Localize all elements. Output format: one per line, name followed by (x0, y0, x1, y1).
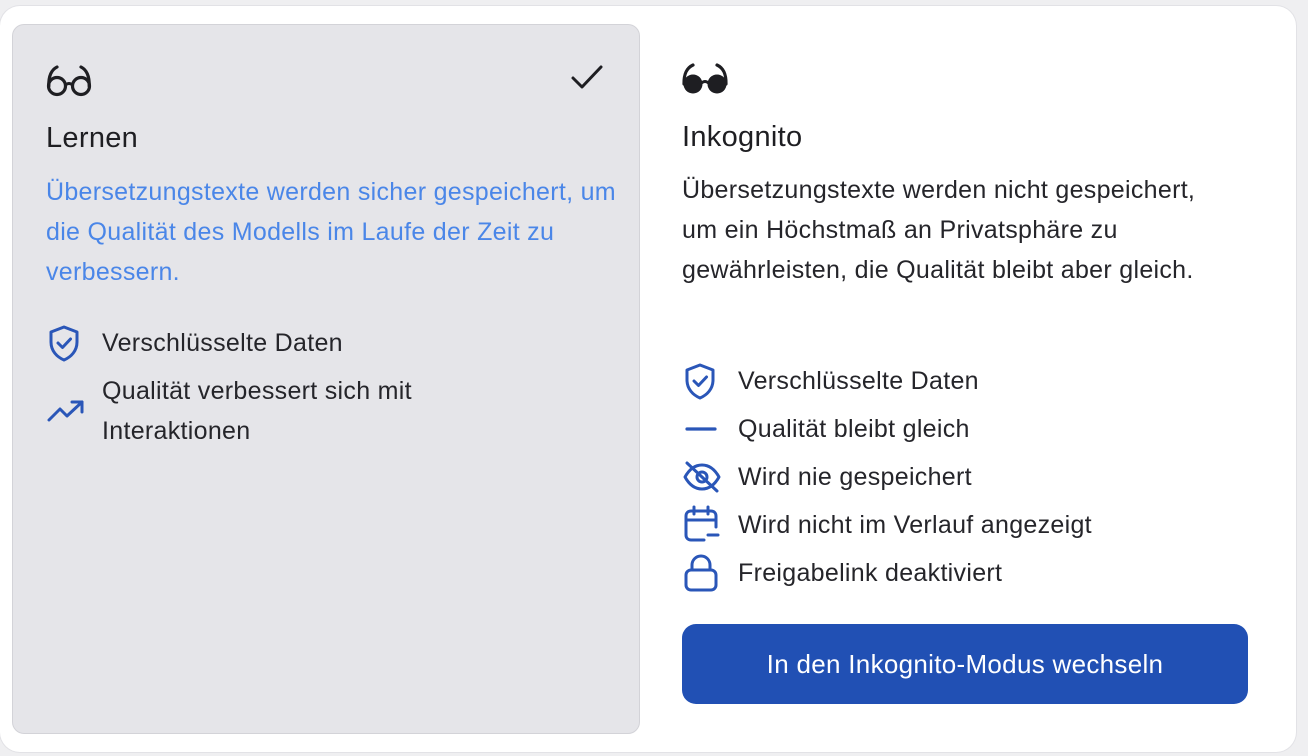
lock-icon (682, 553, 722, 593)
feature-label: Verschlüsselte Daten (738, 367, 979, 395)
glasses-outline-icon (46, 65, 92, 97)
feature-label: Wird nie gespeichert (738, 463, 972, 491)
feature-item: Wird nicht im Verlauf angezeigt (682, 505, 1092, 545)
feature-item: Freigabelink deaktiviert (682, 553, 1002, 593)
feature-item: Verschlüsselte Daten (46, 323, 606, 363)
switch-to-incognito-button[interactable]: In den Inkognito-Modus wechseln (682, 624, 1248, 704)
feature-label: Verschlüsselte Daten (102, 329, 343, 357)
feature-item: Verschlüsselte Daten (682, 361, 979, 401)
calendar-minus-icon (682, 505, 722, 545)
shield-check-icon (46, 323, 86, 363)
incognito-title: Inkognito (682, 121, 803, 153)
feature-label: Qualität bleibt gleich (738, 415, 970, 443)
checkmark-icon (571, 65, 603, 89)
incognito-description: Übersetzungstexte werden nicht gespeiche… (682, 176, 1196, 284)
feature-item: Wird nie gespeichert (682, 457, 972, 497)
learn-title: Lernen (46, 122, 139, 154)
eye-off-icon (682, 457, 722, 497)
feature-item: Qualität bleibt gleich (682, 409, 970, 449)
trending-up-icon (46, 371, 86, 451)
feature-label: Wird nicht im Verlauf angezeigt (738, 511, 1092, 539)
shield-check-icon (682, 361, 722, 401)
glasses-filled-icon (682, 63, 728, 94)
minus-icon (682, 409, 722, 449)
learn-description: Übersetzungstexte werden sicher gespeich… (46, 178, 616, 286)
feature-item: Qualität verbessert sich mit Interaktion… (46, 371, 566, 451)
feature-label: Qualität verbessert sich mit Interaktion… (102, 377, 412, 445)
feature-label: Freigabelink deaktiviert (738, 559, 1003, 587)
